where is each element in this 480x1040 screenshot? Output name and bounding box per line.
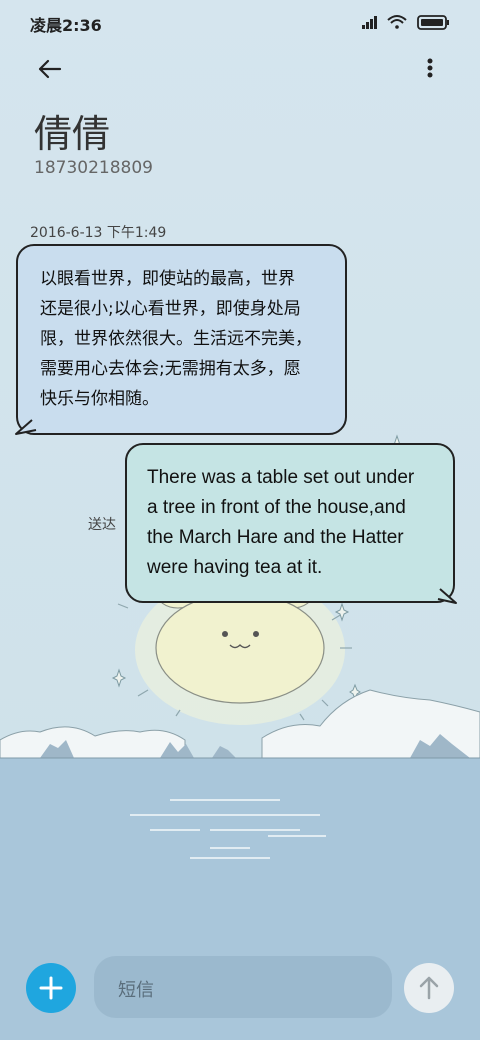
message-line: 以眼看世界，即使站的最高，世界 <box>40 269 295 289</box>
battery-icon <box>417 15 449 30</box>
contact-number: 18730218809 <box>34 158 153 178</box>
signal-icon <box>362 16 377 29</box>
message-timestamp: 2016-6-13 下午1:49 <box>30 225 167 241</box>
message-line: the March Hare and the Hatter <box>147 527 404 548</box>
outgoing-message-bubble[interactable]: There was a table set out under a tree i… <box>125 443 455 603</box>
composer-bar: 短信 <box>0 950 480 1030</box>
more-options-button[interactable] <box>412 50 448 90</box>
message-sent-status: 送达 <box>88 517 116 533</box>
message-line: 限，世界依然很大。生活远不完美， <box>40 329 312 349</box>
message-line: 需要用心去体会;无需拥有太多，愿 <box>40 359 301 379</box>
more-vertical-icon <box>427 58 433 78</box>
incoming-message-bubble[interactable]: 以眼看世界，即使站的最高，世界 还是很小;以心看世界，即使身处局 限，世界依然很… <box>16 244 347 435</box>
status-time: 凌晨2:36 <box>30 16 102 35</box>
message-line: 还是很小;以心看世界，即使身处局 <box>40 299 301 319</box>
send-arrow-up-icon <box>419 976 439 1000</box>
message-line: 快乐与你相随。 <box>40 389 159 409</box>
status-icons <box>362 15 449 30</box>
send-button[interactable] <box>404 963 454 1013</box>
back-button[interactable] <box>30 50 70 90</box>
message-line: a tree in front of the house,and <box>147 497 406 518</box>
plus-icon <box>39 976 63 1000</box>
incoming-bubble-tail <box>15 419 37 435</box>
add-attachment-button[interactable] <box>26 963 76 1013</box>
outgoing-bubble-tail <box>437 588 457 604</box>
message-input-placeholder: 短信 <box>118 980 154 1001</box>
back-arrow-icon <box>38 59 62 79</box>
status-bar: 凌晨2:36 <box>0 0 480 44</box>
message-line: were having tea at it. <box>147 557 323 578</box>
wifi-icon <box>387 15 407 29</box>
contact-name: 倩倩 <box>34 112 111 156</box>
message-line: There was a table set out under <box>147 467 415 488</box>
